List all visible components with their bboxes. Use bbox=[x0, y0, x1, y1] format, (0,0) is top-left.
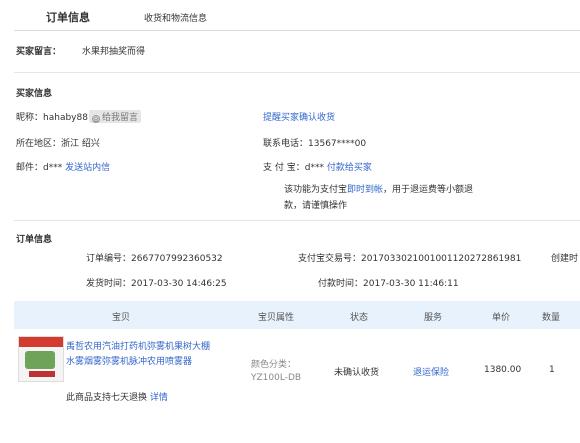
remind-confirm-link[interactable]: 提醒买家确认收货 bbox=[263, 110, 335, 123]
column-header-quantity: 数量 bbox=[542, 313, 561, 323]
seven-day-return-pre: 此商品支持 bbox=[66, 393, 112, 403]
chat-icon: ✉ bbox=[91, 115, 100, 123]
tab-bar: 订单信息 收货和物流信息 bbox=[0, 0, 580, 32]
pay-time-row: 付款时间：2017-03-30 11:46:11 bbox=[318, 276, 459, 289]
product-thumbnail[interactable] bbox=[18, 336, 64, 382]
divider bbox=[14, 72, 580, 73]
email-row: 邮件：d*** 发送站内信 bbox=[16, 160, 110, 173]
email-label: 邮件： bbox=[16, 163, 44, 173]
alipay-label: 支 付 宝： bbox=[263, 163, 305, 173]
send-message-label: 给我留言 bbox=[101, 113, 138, 123]
alipay-note-post: ，用于退运费等小额退 bbox=[383, 185, 474, 195]
nickname-label: 昵称： bbox=[16, 113, 44, 123]
column-header-service: 服务 bbox=[424, 313, 443, 323]
order-info-title: 订单信息 bbox=[16, 235, 53, 245]
column-header-status: 状态 bbox=[350, 313, 369, 323]
phone-label: 联系电话： bbox=[263, 139, 309, 149]
alipay-row: 支 付 宝：d*** 付款给买家 bbox=[263, 160, 372, 173]
pay-time-value: 2017-03-30 11:46:11 bbox=[363, 279, 459, 289]
ship-time-value: 2017-03-30 14:46:25 bbox=[131, 279, 227, 289]
seven-day-return-row: 此商品支持七天退换 详情 bbox=[66, 390, 168, 403]
alipay-trade-value: 2017033021001001120272861981 bbox=[361, 254, 522, 264]
divider bbox=[14, 220, 580, 221]
attribute-label: 颜色分类： bbox=[251, 360, 297, 370]
attribute-value: YZ100L-DB bbox=[251, 373, 302, 383]
region-row: 所在地区：浙江 绍兴 bbox=[16, 136, 100, 149]
alipay-note-pre: 该功能为支付宝 bbox=[284, 185, 348, 195]
region-label: 所在地区： bbox=[16, 139, 62, 149]
order-number-label: 订单编号： bbox=[86, 254, 132, 264]
ship-time-row: 发货时间：2017-03-30 14:46:25 bbox=[86, 276, 227, 289]
tab-divider bbox=[14, 30, 580, 31]
items-table-header: 宝贝 宝贝属性 状态 服务 单价 数量 bbox=[14, 301, 580, 329]
column-header-item: 宝贝 bbox=[112, 313, 131, 323]
item-price: 1380.00 bbox=[484, 365, 522, 375]
alipay-value: d*** bbox=[304, 163, 324, 173]
instant-transfer-link[interactable]: 即时到帐 bbox=[347, 185, 383, 195]
pay-time-label: 付款时间： bbox=[318, 279, 364, 289]
created-time-label: 创建时 bbox=[551, 254, 579, 264]
item-quantity: 1 bbox=[549, 365, 555, 375]
product-title-line1[interactable]: 禹哲农用汽油打药机弥雾机果树大棚 bbox=[66, 339, 210, 352]
column-header-attributes: 宝贝属性 bbox=[258, 313, 295, 323]
order-number-value: 2667707992360532 bbox=[131, 254, 223, 264]
alipay-note-line2: 款，请谨慎操作 bbox=[284, 201, 348, 211]
item-status: 未确认收货 bbox=[334, 368, 380, 378]
nickname-row: 昵称：hahaby88 ✉ 给我留言 bbox=[16, 110, 141, 123]
column-header-price: 单价 bbox=[492, 313, 511, 323]
buyer-info-title: 买家信息 bbox=[16, 89, 53, 99]
phone-row: 联系电话：13567****00 bbox=[263, 136, 366, 149]
tab-shipping-info-label: 收货和物流信息 bbox=[144, 14, 208, 24]
email-value: d*** bbox=[43, 163, 63, 173]
order-number-row: 订单编号：2667707992360532 bbox=[86, 251, 223, 264]
alipay-note-line1: 该功能为支付宝即时到帐，用于退运费等小额退 bbox=[284, 182, 473, 195]
alipay-trade-row: 支付宝交易号：2017033021001001120272861981 bbox=[298, 251, 521, 264]
ship-time-label: 发货时间： bbox=[86, 279, 132, 289]
seven-day-return-details-link[interactable]: 详情 bbox=[150, 393, 168, 403]
send-message-button[interactable]: ✉ 给我留言 bbox=[88, 110, 141, 123]
buyer-message-value: 水果邦抽奖而得 bbox=[82, 47, 146, 57]
product-title-line2[interactable]: 水雾烟雾弥雾机脉冲农用喷雾器 bbox=[66, 354, 192, 367]
tab-shipping-info[interactable]: 收货和物流信息 bbox=[124, 0, 234, 32]
tab-order-info-label: 订单信息 bbox=[46, 11, 90, 24]
seven-day-return-text: 七天退换 bbox=[111, 393, 148, 403]
buyer-message-label: 买家留言： bbox=[16, 47, 62, 57]
alipay-trade-label: 支付宝交易号： bbox=[298, 254, 362, 264]
send-internal-message-link[interactable]: 发送站内信 bbox=[65, 163, 110, 173]
pay-buyer-link[interactable]: 付款给买家 bbox=[327, 163, 372, 173]
nickname-value: hahaby88 bbox=[43, 113, 88, 123]
region-value: 浙江 绍兴 bbox=[61, 139, 100, 149]
return-insurance-link[interactable]: 退运保险 bbox=[413, 365, 449, 378]
phone-value: 13567****00 bbox=[308, 139, 367, 149]
tab-order-info[interactable]: 订单信息 bbox=[14, 0, 125, 32]
